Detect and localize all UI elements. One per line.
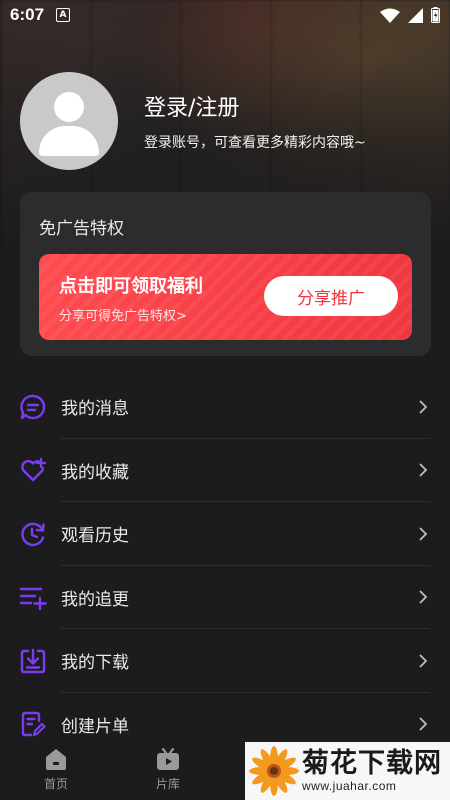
flower-logo-icon <box>249 746 299 796</box>
ad-banner[interactable]: 点击即可领取福利 分享可得免广告特权> 分享推广 <box>39 254 412 340</box>
heart-icon <box>18 455 48 485</box>
menu-item-following[interactable]: 我的追更 <box>0 566 450 629</box>
login-title[interactable]: 登录/注册 <box>144 90 366 122</box>
share-promote-button[interactable]: 分享推广 <box>264 276 398 316</box>
avatar-head <box>54 92 84 122</box>
watermark-logo: 菊花下载网 www.juahar.com <box>245 742 450 800</box>
status-time: 6:07 <box>10 5 45 24</box>
status-bar: 6:07 A <box>0 0 450 30</box>
chevron-right-icon <box>419 654 428 668</box>
chevron-right-icon <box>419 400 428 414</box>
tv-icon <box>157 747 179 770</box>
chevron-right-icon <box>419 717 428 731</box>
avatar[interactable] <box>20 72 118 170</box>
wifi-icon <box>380 8 400 23</box>
playlist-add-icon <box>18 582 48 612</box>
ad-banner-subtitle[interactable]: 分享可得免广告特权> <box>59 305 187 324</box>
tab-library[interactable]: 片库 <box>112 740 224 800</box>
battery-icon <box>431 7 440 23</box>
chevron-right-icon <box>419 527 428 541</box>
history-icon <box>18 519 48 549</box>
ad-card-title: 免广告特权 <box>39 219 124 239</box>
profile-header[interactable]: 登录/注册 登录账号，可查看更多精彩内容哦~ <box>20 72 366 170</box>
menu-item-label: 观看历史 <box>61 526 129 547</box>
menu-item-favorites[interactable]: 我的收藏 <box>0 439 450 502</box>
ad-free-card: 免广告特权 点击即可领取福利 分享可得免广告特权> 分享推广 <box>20 192 431 356</box>
tab-label: 片库 <box>155 777 180 791</box>
edit-list-icon <box>18 709 48 739</box>
watermark-title: 菊花下载网 <box>302 748 442 779</box>
download-icon <box>18 646 48 676</box>
message-icon <box>18 392 48 422</box>
menu-item-label: 我的下载 <box>61 653 129 674</box>
notification-icon: A <box>56 8 71 22</box>
chevron-right-icon <box>419 590 428 604</box>
chevron-right-icon <box>419 463 428 477</box>
menu-item-downloads[interactable]: 我的下载 <box>0 629 450 693</box>
ad-banner-title: 点击即可领取福利 <box>59 276 203 297</box>
login-subtitle: 登录账号，可查看更多精彩内容哦~ <box>144 135 366 151</box>
menu-item-label: 创建片单 <box>61 716 129 737</box>
tab-label: 首页 <box>43 777 68 791</box>
avatar-body <box>39 126 99 156</box>
menu-item-label: 我的消息 <box>61 399 129 420</box>
menu-item-messages[interactable]: 我的消息 <box>0 375 450 439</box>
watermark-url: www.juahar.com <box>302 779 397 793</box>
tab-home[interactable]: 首页 <box>0 740 112 800</box>
home-icon <box>46 749 66 770</box>
signal-icon <box>408 7 423 23</box>
menu-item-label: 我的追更 <box>61 589 129 610</box>
menu-item-label: 我的收藏 <box>61 462 129 483</box>
menu-item-history[interactable]: 观看历史 <box>0 502 450 566</box>
menu-list: 我的消息 我的收藏 观看历史 我的追更 我的下载 创建片单 <box>0 375 450 756</box>
